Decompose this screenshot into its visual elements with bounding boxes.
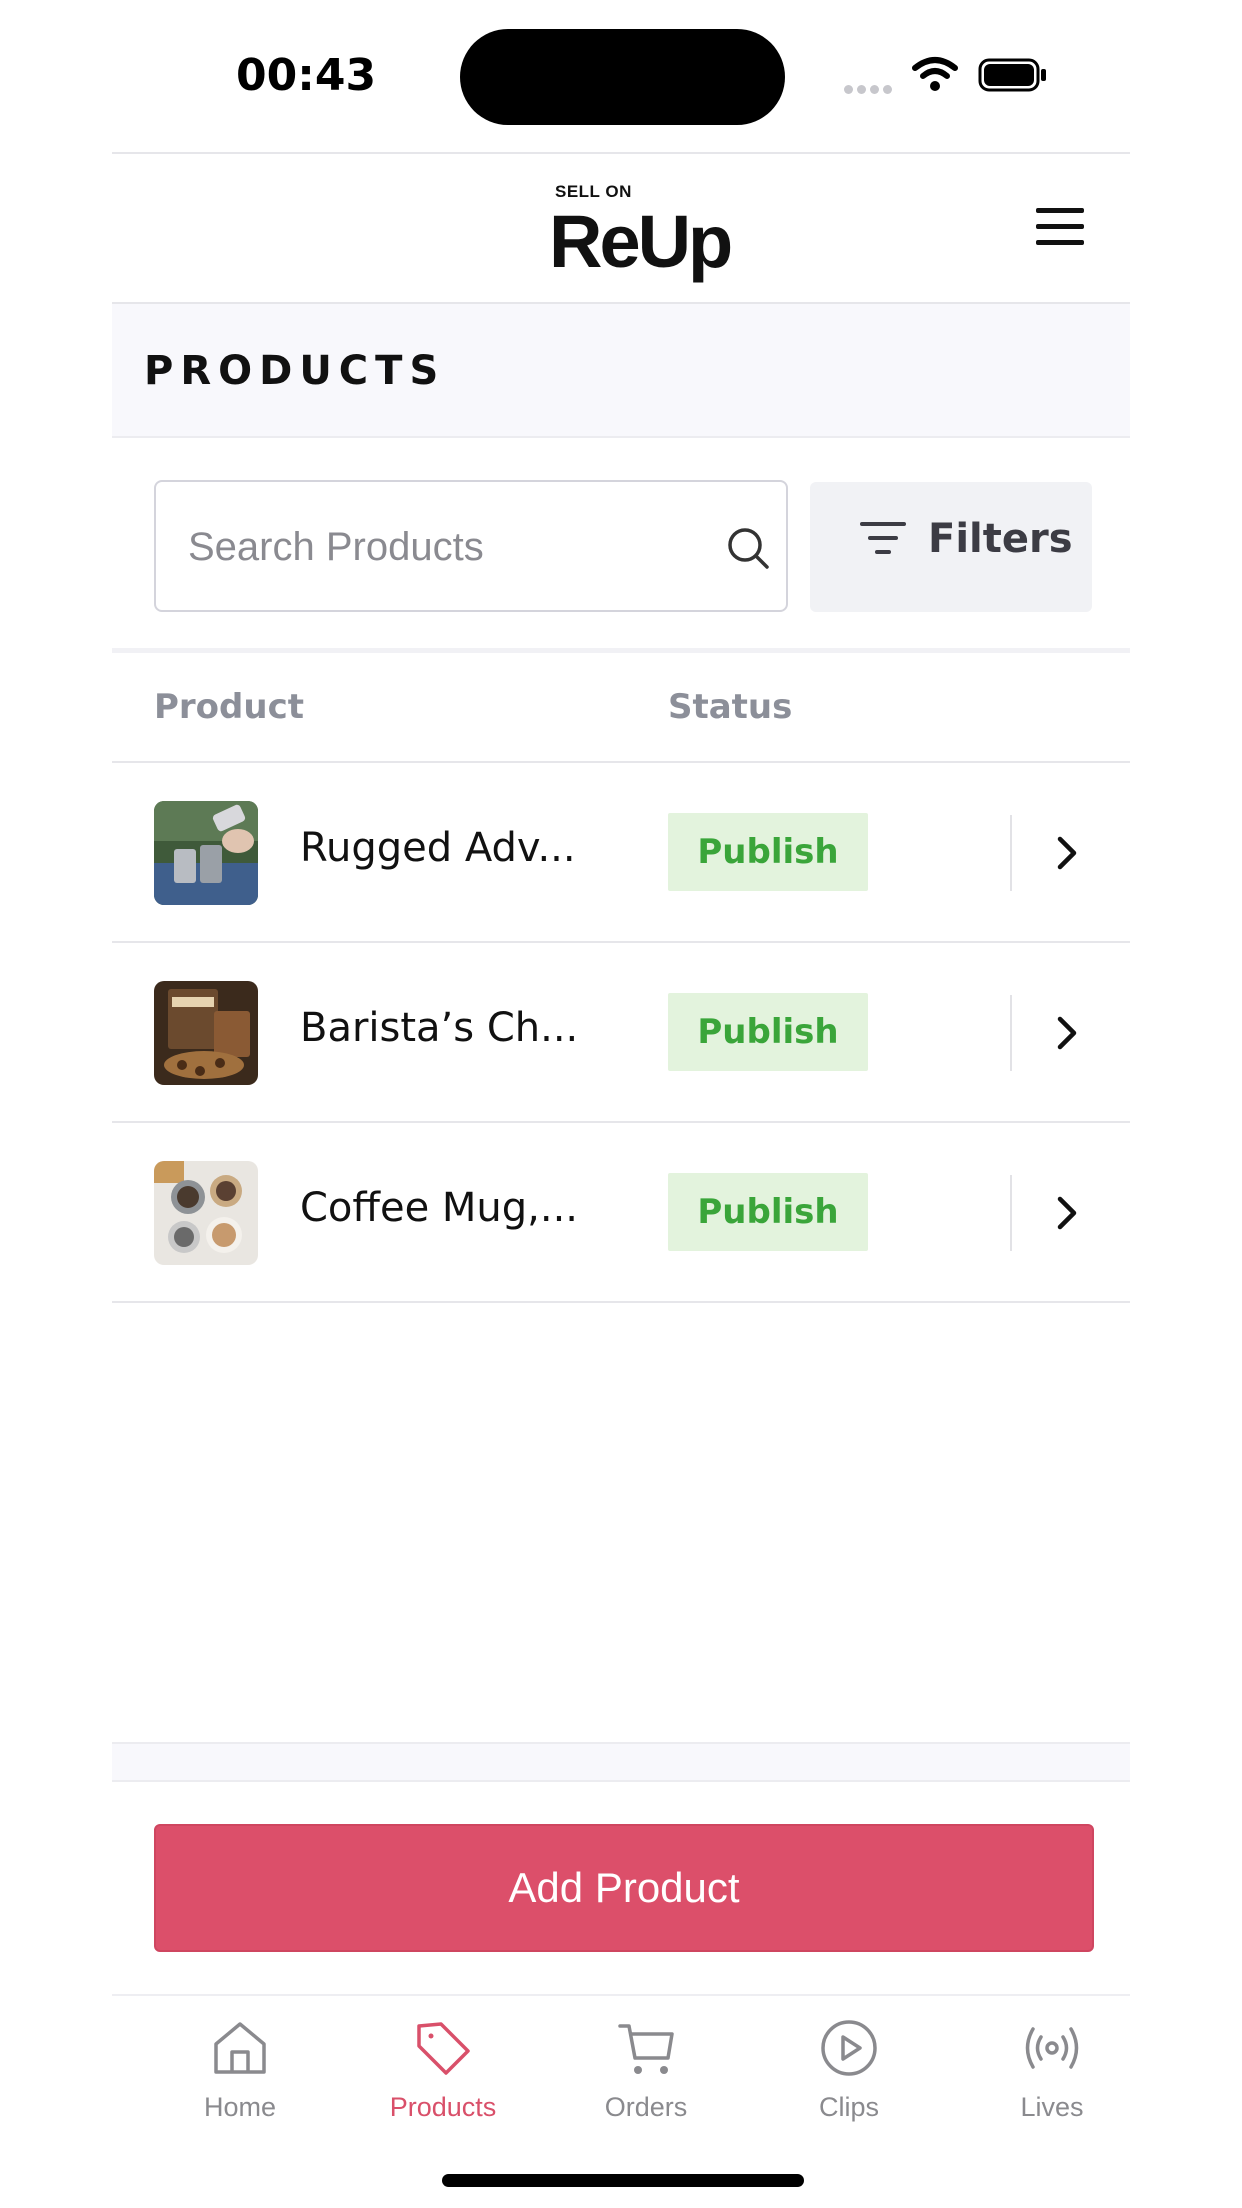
cellular-signal-icon xyxy=(844,81,896,94)
tab-label: Products xyxy=(389,2092,497,2122)
add-product-button[interactable]: Add Product xyxy=(154,1824,1094,1952)
filters-button[interactable]: Filters xyxy=(810,482,1092,612)
chevron-right-icon[interactable] xyxy=(1052,1013,1082,1053)
tab-label: Lives xyxy=(1020,2092,1084,2122)
divider xyxy=(1010,995,1012,1071)
chevron-right-icon[interactable] xyxy=(1052,1193,1082,1233)
status-bar: 00:43 xyxy=(0,0,1242,150)
table-row[interactable]: Coffee Mug,... Publish xyxy=(112,1123,1130,1303)
filter-icon xyxy=(860,522,906,554)
app-container: SELL ON ReUp PRODUCTS Search Products Fi… xyxy=(112,152,1130,1992)
reup-logo[interactable]: SELL ON ReUp xyxy=(549,178,733,290)
tab-label: Orders xyxy=(604,2092,688,2122)
home-indicator xyxy=(442,2174,804,2187)
product-name[interactable]: Rugged Adv... xyxy=(300,825,600,871)
tab-label: Home xyxy=(203,2092,277,2122)
page-title: PRODUCTS xyxy=(144,348,446,394)
battery-icon xyxy=(978,58,1046,92)
table-header: Product Status xyxy=(112,653,1130,763)
column-header-product: Product xyxy=(154,687,304,727)
search-input[interactable] xyxy=(186,518,710,576)
status-badge: Publish xyxy=(668,1173,868,1251)
filters-label: Filters xyxy=(928,516,1073,562)
product-thumbnail xyxy=(154,981,258,1085)
home-icon xyxy=(214,2022,266,2074)
product-name[interactable]: Barista’s Ch... xyxy=(300,1005,600,1051)
tab-home[interactable]: Home xyxy=(155,2006,325,2126)
divider xyxy=(1010,815,1012,891)
play-circle-icon xyxy=(821,2020,877,2076)
tag-icon xyxy=(417,2022,470,2075)
wifi-icon xyxy=(912,57,958,91)
screen: 00:43 SELL ON ReUp PRODUCTS Search Produ… xyxy=(0,0,1242,2208)
table-row[interactable]: Barista’s Ch... Publish xyxy=(112,943,1130,1123)
divider xyxy=(1010,1175,1012,1251)
broadcast-icon xyxy=(1025,2027,1079,2069)
status-time: 00:43 xyxy=(236,50,377,101)
status-badge: Publish xyxy=(668,993,868,1071)
product-thumbnail xyxy=(154,801,258,905)
product-thumbnail xyxy=(154,1161,258,1265)
tab-bar: Home Products Orders Clips Lives xyxy=(112,1994,1130,2134)
tab-products[interactable]: Products xyxy=(358,2006,528,2126)
logo-small-text: SELL ON xyxy=(555,182,632,201)
search-box[interactable] xyxy=(154,480,788,612)
page-title-bar: PRODUCTS xyxy=(112,304,1130,438)
tab-label: Clips xyxy=(818,2092,879,2122)
hamburger-menu-icon[interactable] xyxy=(1036,208,1086,250)
tab-lives[interactable]: Lives xyxy=(967,2006,1137,2126)
cart-icon xyxy=(618,2024,674,2074)
product-name[interactable]: Coffee Mug,... xyxy=(300,1185,600,1231)
status-badge: Publish xyxy=(668,813,868,891)
tab-orders[interactable]: Orders xyxy=(561,2006,731,2126)
chevron-right-icon[interactable] xyxy=(1052,833,1082,873)
footer-band xyxy=(112,1742,1130,1782)
logo-big-text: ReUp xyxy=(549,200,733,283)
dynamic-island xyxy=(460,29,785,125)
app-header: SELL ON ReUp xyxy=(112,152,1130,304)
column-header-status: Status xyxy=(668,687,793,727)
search-icon[interactable] xyxy=(726,526,770,570)
table-row[interactable]: Rugged Adv... Publish xyxy=(112,763,1130,943)
tab-clips[interactable]: Clips xyxy=(764,2006,934,2126)
